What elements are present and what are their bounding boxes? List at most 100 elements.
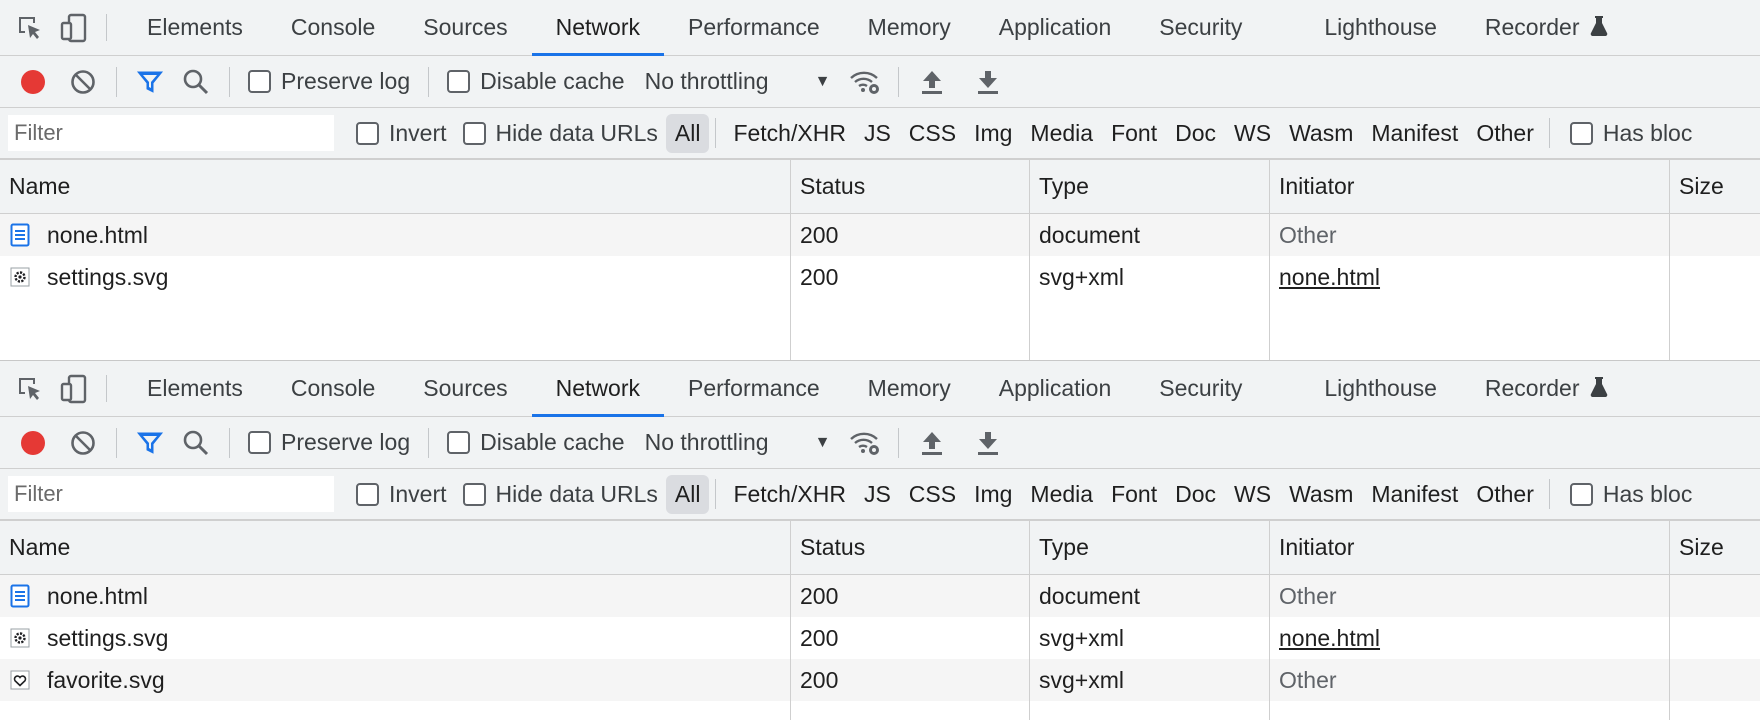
cell-name[interactable]: settings.svg — [0, 256, 791, 298]
disable-cache-checkbox[interactable]: Disable cache — [439, 429, 632, 456]
column-header-size[interactable]: Size — [1670, 521, 1760, 574]
tab-memory[interactable]: Memory — [844, 0, 975, 55]
tab-console[interactable]: Console — [267, 361, 399, 416]
checkbox-box[interactable] — [1569, 121, 1593, 145]
table-row[interactable]: none.html 200 document Other — [0, 575, 1760, 617]
table-row[interactable]: settings.svg 200 svg+xml none.html — [0, 256, 1760, 298]
tab-security[interactable]: Security — [1135, 0, 1300, 55]
cell-name[interactable]: favorite.svg — [0, 659, 791, 701]
search-icon[interactable] — [173, 417, 219, 469]
disable-cache-checkbox[interactable]: Disable cache — [439, 68, 632, 95]
search-icon[interactable] — [173, 56, 219, 108]
type-filter-doc[interactable]: Doc — [1166, 114, 1225, 153]
type-filter-doc[interactable]: Doc — [1166, 475, 1225, 514]
column-header-name[interactable]: Name — [0, 160, 791, 213]
checkbox-box[interactable] — [447, 70, 471, 93]
tab-elements[interactable]: Elements — [123, 361, 267, 416]
type-filter-fetch-xhr[interactable]: Fetch/XHR — [724, 475, 854, 514]
tab-recorder[interactable]: Recorder — [1461, 0, 1632, 55]
tab-network[interactable]: Network — [531, 0, 665, 56]
cell-name[interactable]: none.html — [0, 214, 791, 256]
filter-funnel-icon[interactable] — [127, 56, 173, 108]
column-header-status[interactable]: Status — [791, 160, 1030, 213]
filter-input[interactable] — [8, 115, 334, 151]
tab-elements[interactable]: Elements — [123, 0, 267, 55]
tab-application[interactable]: Application — [975, 0, 1136, 55]
checkbox-box[interactable] — [1569, 482, 1593, 506]
table-row[interactable]: none.html 200 document Other — [0, 214, 1760, 256]
type-filter-other[interactable]: Other — [1467, 475, 1543, 514]
record-button[interactable] — [10, 417, 56, 469]
network-conditions-icon[interactable] — [842, 417, 888, 469]
has-blocked-cookies-checkbox[interactable]: Has bloc — [1569, 481, 1692, 508]
tab-sources[interactable]: Sources — [399, 0, 531, 55]
tab-console[interactable]: Console — [267, 0, 399, 55]
table-row[interactable]: settings.svg 200 svg+xml none.html — [0, 617, 1760, 659]
inspect-element-icon[interactable] — [8, 361, 52, 416]
filter-input[interactable] — [8, 476, 334, 512]
type-filter-css[interactable]: CSS — [900, 475, 965, 514]
checkbox-box[interactable] — [356, 482, 379, 506]
filter-funnel-icon[interactable] — [127, 417, 173, 469]
clear-button[interactable] — [60, 417, 106, 469]
checkbox-box[interactable] — [462, 482, 486, 506]
cell-initiator[interactable]: none.html — [1270, 256, 1670, 298]
hide-data-urls-checkbox[interactable]: Hide data URLs — [462, 120, 658, 147]
column-header-initiator[interactable]: Initiator — [1270, 521, 1670, 574]
cell-name[interactable]: none.html — [0, 575, 791, 617]
clear-button[interactable] — [60, 56, 106, 108]
type-filter-wasm[interactable]: Wasm — [1280, 114, 1362, 153]
tab-application[interactable]: Application — [975, 361, 1136, 416]
type-filter-manifest[interactable]: Manifest — [1362, 114, 1467, 153]
column-header-type[interactable]: Type — [1030, 521, 1270, 574]
checkbox-box[interactable] — [356, 121, 379, 145]
type-filter-media[interactable]: Media — [1021, 475, 1102, 514]
table-row[interactable]: favorite.svg 200 svg+xml Other — [0, 659, 1760, 701]
throttling-select[interactable]: No throttling ▼ — [633, 68, 839, 95]
tab-security[interactable]: Security — [1135, 361, 1300, 416]
checkbox-box[interactable] — [462, 121, 486, 145]
tab-sources[interactable]: Sources — [399, 361, 531, 416]
column-header-initiator[interactable]: Initiator — [1270, 160, 1670, 213]
column-header-type[interactable]: Type — [1030, 160, 1270, 213]
type-filter-js[interactable]: JS — [855, 475, 900, 514]
tab-network[interactable]: Network — [531, 361, 665, 417]
tab-performance[interactable]: Performance — [664, 0, 844, 55]
type-filter-js[interactable]: JS — [855, 114, 900, 153]
export-har-icon[interactable] — [965, 56, 1011, 108]
type-filter-ws[interactable]: WS — [1225, 475, 1280, 514]
type-filter-font[interactable]: Font — [1102, 114, 1166, 153]
type-filter-all[interactable]: All — [665, 474, 710, 514]
invert-checkbox[interactable]: Invert — [356, 120, 447, 147]
type-filter-img[interactable]: Img — [965, 475, 1021, 514]
hide-data-urls-checkbox[interactable]: Hide data URLs — [462, 481, 658, 508]
type-filter-font[interactable]: Font — [1102, 475, 1166, 514]
type-filter-all[interactable]: All — [665, 113, 710, 153]
type-filter-manifest[interactable]: Manifest — [1362, 475, 1467, 514]
import-har-icon[interactable] — [909, 417, 955, 469]
checkbox-box[interactable] — [248, 70, 271, 93]
device-toolbar-icon[interactable] — [52, 361, 96, 416]
tab-performance[interactable]: Performance — [664, 361, 844, 416]
inspect-element-icon[interactable] — [8, 0, 52, 55]
preserve-log-checkbox[interactable]: Preserve log — [240, 68, 418, 95]
import-har-icon[interactable] — [909, 56, 955, 108]
type-filter-wasm[interactable]: Wasm — [1280, 475, 1362, 514]
checkbox-box[interactable] — [447, 431, 471, 454]
tab-memory[interactable]: Memory — [844, 361, 975, 416]
export-har-icon[interactable] — [965, 417, 1011, 469]
has-blocked-cookies-checkbox[interactable]: Has bloc — [1569, 120, 1692, 147]
cell-name[interactable]: settings.svg — [0, 617, 791, 659]
column-header-size[interactable]: Size — [1670, 160, 1760, 213]
type-filter-ws[interactable]: WS — [1225, 114, 1280, 153]
throttling-select[interactable]: No throttling ▼ — [633, 429, 839, 456]
type-filter-fetch-xhr[interactable]: Fetch/XHR — [724, 114, 854, 153]
network-conditions-icon[interactable] — [842, 56, 888, 108]
preserve-log-checkbox[interactable]: Preserve log — [240, 429, 418, 456]
type-filter-img[interactable]: Img — [965, 114, 1021, 153]
invert-checkbox[interactable]: Invert — [356, 481, 447, 508]
type-filter-media[interactable]: Media — [1021, 114, 1102, 153]
type-filter-other[interactable]: Other — [1467, 114, 1543, 153]
tab-lighthouse[interactable]: Lighthouse — [1300, 0, 1461, 55]
column-header-name[interactable]: Name — [0, 521, 791, 574]
